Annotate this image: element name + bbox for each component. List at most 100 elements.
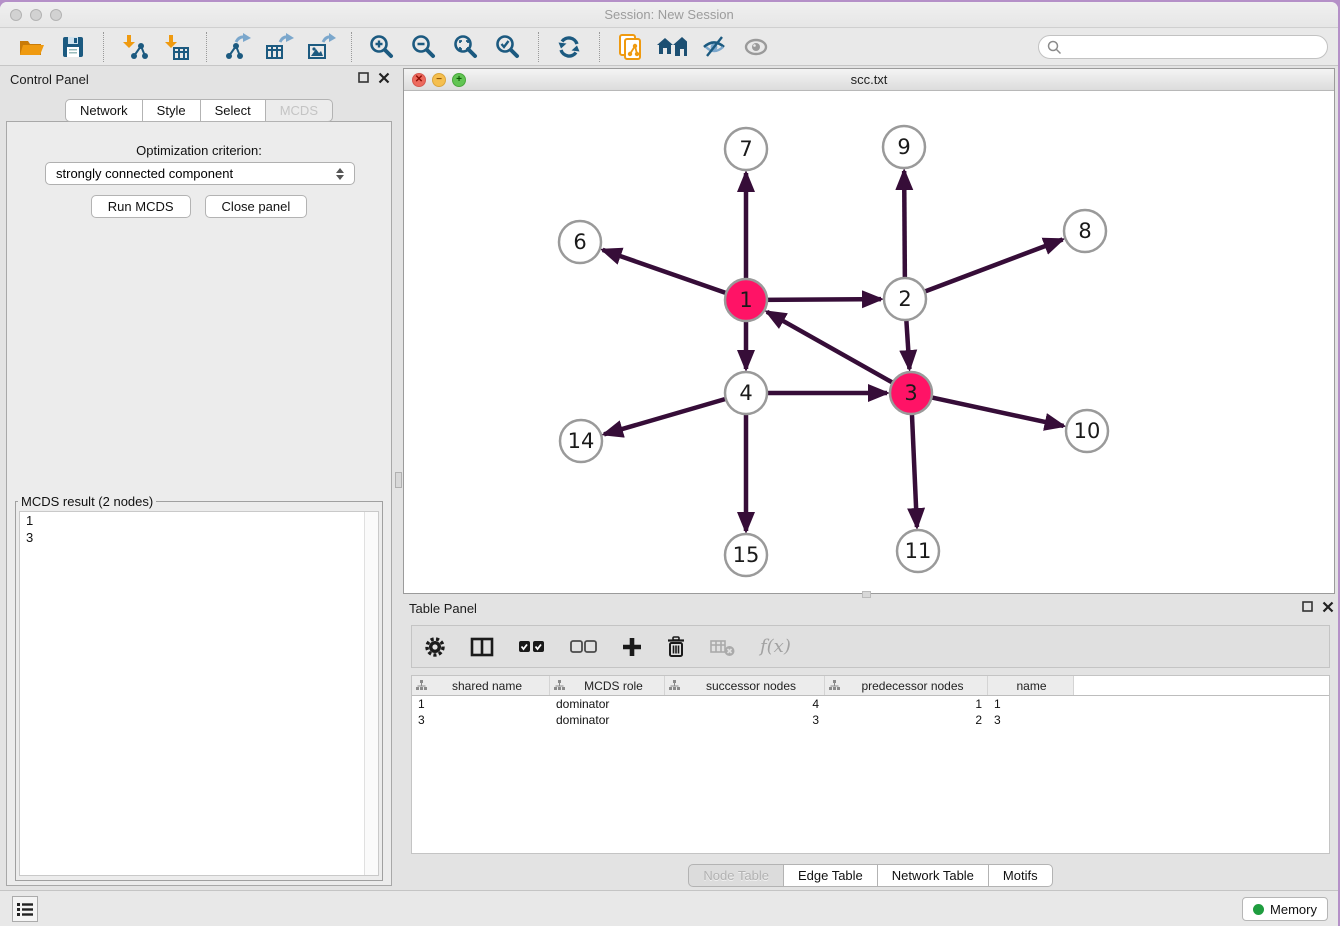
close-panel-button[interactable]: Close panel — [205, 195, 308, 218]
hide-selected-button[interactable] — [699, 32, 729, 62]
graph-edge-3-1[interactable] — [767, 312, 896, 385]
graph-node-3[interactable]: 3 — [890, 372, 932, 414]
mcds-result-list[interactable]: 13 — [19, 511, 379, 876]
node-label: 2 — [898, 287, 911, 311]
graph-edge-3-11[interactable] — [912, 410, 917, 527]
table-cell[interactable]: 3 — [665, 713, 825, 727]
result-scrollbar[interactable] — [364, 512, 378, 875]
zoom-out-button[interactable] — [409, 32, 439, 62]
table-cell[interactable]: dominator — [550, 697, 665, 711]
search-input[interactable] — [1067, 39, 1319, 56]
add-column-icon[interactable] — [622, 637, 642, 657]
table-cell[interactable]: 1 — [412, 697, 550, 711]
export-network-button[interactable] — [222, 32, 252, 62]
control-panel-tabs: Network Style Select MCDS — [4, 99, 394, 122]
refresh-button[interactable] — [554, 32, 584, 62]
delete-table-icon[interactable] — [710, 637, 736, 657]
table-row[interactable]: 3dominator323 — [412, 712, 1329, 728]
node-label: 7 — [739, 137, 752, 161]
node-label: 6 — [573, 230, 586, 254]
save-session-button[interactable] — [58, 32, 88, 62]
app-window: Session: New Session — [0, 2, 1338, 926]
import-network-button[interactable] — [119, 32, 149, 62]
table-cell[interactable]: 2 — [825, 713, 988, 727]
network-graph[interactable]: 7 9 6 8 1 2 4 3 14 10 15 11 — [404, 91, 1334, 593]
float-panel-icon[interactable] — [1302, 601, 1314, 613]
open-session-button[interactable] — [16, 32, 46, 62]
close-panel-icon[interactable] — [1322, 601, 1334, 613]
settings-gear-icon[interactable] — [424, 636, 446, 658]
column-header-shared-name[interactable]: shared name — [412, 676, 550, 695]
graph-node-6[interactable]: 6 — [559, 221, 601, 263]
column-type-icon — [416, 680, 427, 691]
graph-node-4[interactable]: 4 — [725, 372, 767, 414]
graph-edge-1-6[interactable] — [603, 250, 730, 294]
select-all-icon[interactable] — [518, 640, 546, 654]
zoom-fit-button[interactable] — [451, 32, 481, 62]
export-table-button[interactable] — [264, 32, 294, 62]
tab-mcds[interactable]: MCDS — [265, 99, 333, 122]
graph-node-1[interactable]: 1 — [725, 279, 767, 321]
table-cell[interactable]: 1 — [825, 697, 988, 711]
table-row[interactable]: 1dominator411 — [412, 696, 1329, 712]
table-cell[interactable]: 4 — [665, 697, 825, 711]
panel-toggle-button[interactable] — [12, 896, 38, 922]
graph-edge-2-9[interactable] — [904, 171, 905, 282]
deselect-all-icon[interactable] — [570, 640, 598, 654]
table-cell[interactable]: 3 — [412, 713, 550, 727]
float-panel-icon[interactable] — [358, 72, 370, 84]
status-bar: Memory — [0, 890, 1338, 926]
optimization-criterion-select[interactable]: strongly connected component — [45, 162, 355, 185]
column-header-successor-nodes[interactable]: successor nodes — [665, 676, 825, 695]
tab-style[interactable]: Style — [142, 99, 201, 122]
function-builder-icon[interactable]: f(x) — [760, 636, 791, 657]
tab-edge-table[interactable]: Edge Table — [783, 864, 878, 887]
show-all-button[interactable] — [741, 32, 771, 62]
vertical-splitter-handle[interactable] — [395, 472, 402, 488]
import-table-button[interactable] — [161, 32, 191, 62]
close-panel-icon[interactable] — [378, 72, 390, 84]
table-cell[interactable]: 3 — [988, 713, 1074, 727]
graph-edge-3-10[interactable] — [928, 397, 1064, 426]
table-cell[interactable]: 1 — [988, 697, 1074, 711]
graph-node-9[interactable]: 9 — [883, 126, 925, 168]
graph-edge-2-3[interactable] — [906, 316, 909, 369]
zoom-in-button[interactable] — [367, 32, 397, 62]
graph-edge-1-2[interactable] — [763, 299, 881, 300]
network-canvas[interactable]: 7 9 6 8 1 2 4 3 14 10 15 11 — [404, 91, 1334, 593]
tab-network-table[interactable]: Network Table — [877, 864, 989, 887]
zoom-fit-icon — [453, 34, 479, 60]
node-label: 14 — [568, 429, 595, 453]
search-box[interactable] — [1038, 35, 1328, 59]
first-neighbors-button[interactable] — [657, 32, 687, 62]
table-panel-tabs: Node Table Edge Table Network Table Moti… — [403, 864, 1338, 887]
memory-status-dot — [1253, 904, 1264, 915]
export-image-button[interactable] — [306, 32, 336, 62]
tab-select[interactable]: Select — [200, 99, 266, 122]
run-mcds-button[interactable]: Run MCDS — [91, 195, 191, 218]
delete-columns-trash-icon[interactable] — [666, 636, 686, 658]
graph-node-10[interactable]: 10 — [1066, 410, 1108, 452]
toggle-panel-icon[interactable] — [470, 637, 494, 657]
graph-node-8[interactable]: 8 — [1064, 210, 1106, 252]
column-header-predecessor-nodes[interactable]: predecessor nodes — [825, 676, 988, 695]
window-title: Session: New Session — [0, 7, 1338, 22]
tab-network[interactable]: Network — [65, 99, 143, 122]
column-header-name[interactable]: name — [988, 676, 1074, 695]
graph-node-7[interactable]: 7 — [725, 128, 767, 170]
network-window-titlebar[interactable]: ✕ − + scc.txt — [404, 69, 1334, 91]
graph-node-11[interactable]: 11 — [897, 530, 939, 572]
zoom-selected-button[interactable] — [493, 32, 523, 62]
graph-node-15[interactable]: 15 — [725, 534, 767, 576]
clone-network-button[interactable] — [615, 32, 645, 62]
graph-node-2[interactable]: 2 — [884, 278, 926, 320]
tab-motifs[interactable]: Motifs — [988, 864, 1053, 887]
table-cell[interactable]: dominator — [550, 713, 665, 727]
column-header-mcds-role[interactable]: MCDS role — [550, 676, 665, 695]
graph-edge-2-8[interactable] — [921, 239, 1063, 293]
graph-edge-4-14[interactable] — [604, 398, 730, 435]
graph-node-14[interactable]: 14 — [560, 420, 602, 462]
column-type-icon — [554, 680, 565, 691]
tab-node-table[interactable]: Node Table — [688, 864, 784, 887]
memory-button[interactable]: Memory — [1242, 897, 1328, 921]
